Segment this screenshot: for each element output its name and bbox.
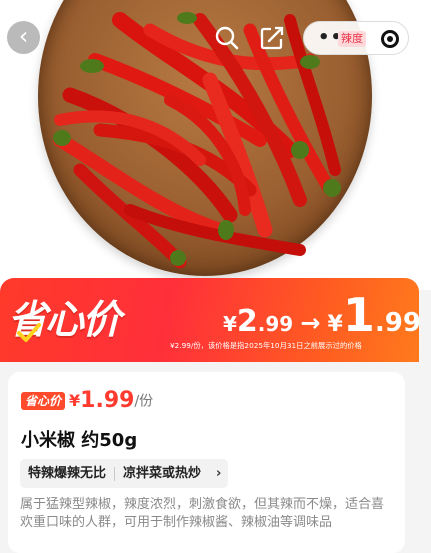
target-icon[interactable] [381, 30, 399, 48]
top-action-bar: •• 辣度 [200, 21, 411, 55]
share-edit-icon[interactable] [259, 25, 285, 51]
arrow-right-icon: → [300, 309, 321, 337]
product-info-card: 省心价 ¥1.99/份 小米椒 约50g 特辣爆辣无比 凉拌菜或热炒 › 属于猛辣型辣… [8, 372, 405, 553]
price-comparison: ¥2.99 → ¥1.99 [223, 292, 419, 342]
back-button[interactable]: ‹ [7, 21, 40, 54]
chevron-right-icon[interactable]: › [209, 459, 228, 488]
search-icon[interactable] [214, 25, 240, 51]
checkmark-icon [17, 323, 41, 342]
product-description: 属于猛辣型辣椒，辣度浓烈，刺激食欲，但其辣而不燥，适合喜欢重口味的人群，可用于制… [20, 497, 385, 530]
price-banner: 省心价 ¥2.99 → ¥1.99 ¥2.99/份，该价格是指2025年10月3… [0, 278, 419, 362]
feature-chip[interactable]: 凉拌菜或热炒 [115, 459, 209, 488]
mini-program-capsule[interactable]: •• 辣度 [303, 21, 409, 55]
chevron-left-icon: ‹ [18, 22, 29, 50]
saver-price-logo: 省心价 [8, 292, 121, 348]
product-image-area[interactable]: ‹ •• 辣度 [0, 0, 431, 290]
price-unit: /份 [134, 393, 154, 410]
final-price-int: 1 [342, 288, 375, 342]
product-title: 小米椒 约50g [21, 430, 138, 451]
product-detail-page: ‹ •• 辣度 省心价 ¥2.99 → ¥1.99 ¥2.99/份，该价格是指2… [0, 0, 431, 553]
spiciness-badge: 辣度 [338, 31, 366, 47]
final-price-dec: .99 [374, 308, 419, 338]
feature-chips[interactable]: 特辣爆辣无比 凉拌菜或热炒 › [20, 459, 229, 488]
price-note: ¥2.99/份，该价格是指2025年10月31日之前展示过的价格 [170, 341, 362, 350]
original-price-dec: .99 [257, 312, 294, 336]
product-price: 1.99 [80, 388, 135, 413]
product-price-line: 省心价 ¥1.99/份 [21, 388, 153, 416]
price-currency: ¥ [69, 391, 81, 410]
saver-price-tag: 省心价 [21, 391, 66, 410]
original-price-int: 2 [236, 304, 258, 339]
final-currency: ¥ [327, 312, 343, 337]
original-currency: ¥ [223, 312, 237, 336]
feature-chip[interactable]: 特辣爆辣无比 [20, 459, 114, 488]
